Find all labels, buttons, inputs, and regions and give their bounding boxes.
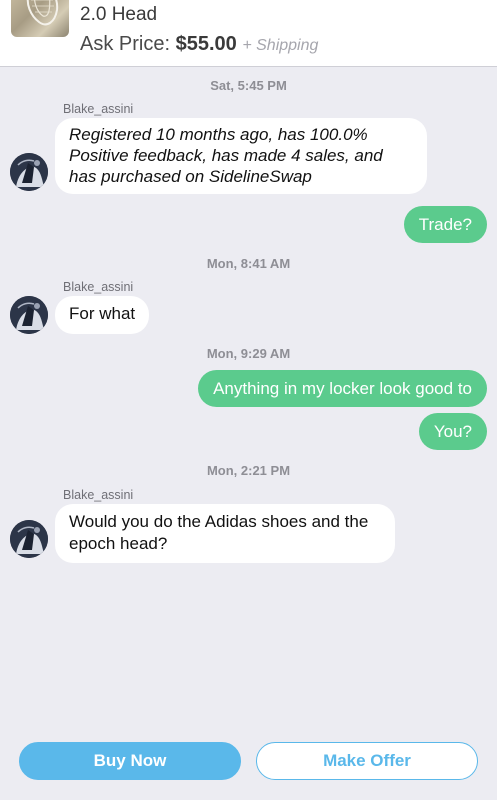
listing-header[interactable]: 2.0 Head Ask Price: $55.00 + Shipping: [0, 0, 497, 67]
ask-price-line: Ask Price: $55.00 + Shipping: [80, 33, 318, 56]
listing-thumbnail-image[interactable]: [11, 0, 69, 37]
make-offer-button[interactable]: Make Offer: [256, 742, 478, 780]
ask-price-value: $55.00: [175, 33, 237, 55]
outgoing-message-bubble: Anything in my locker look good to: [198, 370, 487, 407]
message-sender-name: Blake_assini: [63, 280, 134, 294]
incoming-message-bubble: Registered 10 months ago, has 100.0% Pos…: [55, 118, 427, 194]
shipping-note: + Shipping: [242, 37, 319, 54]
incoming-message-bubble: For what: [55, 296, 150, 334]
sender-avatar[interactable]: [10, 520, 48, 558]
message-timestamp: Mon, 8:41 AM: [206, 256, 291, 271]
chat-thread[interactable]: Sat, 5:45 PM Blake_assini Registered 10 …: [0, 67, 497, 737]
ask-price-label: Ask Price:: [80, 33, 171, 55]
message-sender-name: Blake_assini: [63, 488, 134, 502]
message-sender-name: Blake_assini: [63, 102, 134, 116]
outgoing-message-bubble: Trade?: [403, 206, 487, 243]
buy-now-button[interactable]: Buy Now: [19, 742, 241, 780]
message-timestamp: Mon, 9:29 AM: [206, 346, 291, 361]
sender-avatar[interactable]: [10, 296, 48, 334]
listing-title: 2.0 Head: [80, 4, 158, 25]
message-timestamp: Sat, 5:45 PM: [210, 78, 287, 93]
outgoing-message-bubble: You?: [418, 413, 487, 450]
message-timestamp: Mon, 2:21 PM: [206, 463, 291, 478]
incoming-message-bubble: Would you do the Adidas shoes and the ep…: [55, 504, 395, 563]
sender-avatar[interactable]: [10, 153, 48, 191]
